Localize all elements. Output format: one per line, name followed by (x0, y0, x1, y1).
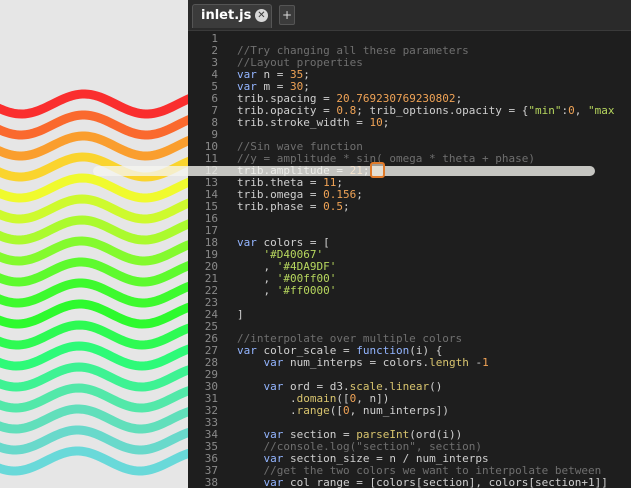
code-token: , (237, 284, 277, 297)
code-token: length (429, 356, 469, 369)
sine-wave-canvas (0, 89, 188, 476)
sine-wave-ribbon (0, 278, 188, 308)
sine-wave-ribbon (0, 299, 188, 329)
sine-wave-ribbon (0, 320, 188, 350)
code-token: trib.phase = (237, 200, 324, 213)
close-icon[interactable]: ✕ (255, 9, 268, 22)
code-token: range (296, 404, 330, 417)
code-area[interactable]: 1 2//Try changing all these parameters 3//… (188, 33, 631, 488)
code-token: col_range = [colors[section], colors[sec… (283, 476, 608, 488)
code-token: ; (342, 200, 350, 213)
code-token: 0 (568, 104, 575, 117)
sine-wave-ribbon (0, 362, 188, 392)
sine-wave-ribbon (0, 89, 188, 119)
sine-wave-ribbon (0, 173, 188, 203)
code-token: num_interps = colors. (283, 356, 430, 369)
code-text: , '#ff0000' (237, 285, 336, 297)
tab-bar: inlet.js ✕ + (188, 0, 631, 31)
line-number: 38 (204, 476, 218, 488)
code-token: - (468, 356, 483, 369)
visualization-panel (0, 0, 188, 488)
code-token: 0.5 (323, 200, 343, 213)
sine-wave-ribbon (0, 194, 188, 224)
code-token: var (263, 356, 284, 369)
sine-wave-ribbon (0, 110, 188, 140)
amplitude-slider[interactable] (93, 166, 595, 176)
code-token: , (574, 104, 589, 117)
code-token: var (263, 476, 284, 488)
code-token: 1 (482, 356, 489, 369)
sine-wave-ribbon (0, 215, 188, 245)
code-token: ] (237, 308, 244, 321)
sine-wave-ribbon (0, 425, 188, 455)
sine-wave-ribbon (0, 341, 188, 371)
amplitude-slider-handle[interactable] (370, 162, 385, 178)
sine-wave-ribbon (0, 131, 188, 161)
code-token: 10 (369, 116, 383, 129)
code-token: ; (356, 188, 363, 201)
code-token: trib.stroke_width = (237, 116, 370, 129)
code-token: () (429, 380, 443, 393)
code-token: "max (588, 104, 615, 117)
code-editor[interactable]: inlet.js ✕ + 1 2//Try changing all these … (188, 0, 631, 488)
code-token: linear (389, 380, 430, 393)
sine-wave-ribbon (0, 404, 188, 434)
sine-wave-ribbon (0, 383, 188, 413)
code-token: ; (382, 116, 390, 129)
code-token: . (237, 404, 297, 417)
code-token: "min" (528, 104, 562, 117)
code-text: trib.stroke_width = 10; (237, 117, 389, 129)
tab-inlet-js[interactable]: inlet.js ✕ (192, 4, 272, 28)
tab-label: inlet.js (201, 8, 252, 23)
sine-wave-ribbon (0, 257, 188, 287)
code-text: .range([0, num_interps]) (237, 405, 449, 417)
add-tab-button[interactable]: + (279, 5, 295, 25)
code-token: ([ (329, 404, 343, 417)
code-text: var col_range = [colors[section], colors… (237, 477, 608, 488)
code-token: '#ff0000' (276, 284, 337, 297)
code-text: var num_interps = colors.length -1 (237, 357, 489, 369)
code-token: 0 (342, 404, 350, 417)
code-text: ] (237, 309, 244, 321)
sine-wave-ribbon (0, 236, 188, 266)
code-text: trib.phase = 0.5; (237, 201, 350, 213)
code-token: , num_interps]) (349, 404, 449, 417)
sine-wave-ribbon (0, 446, 188, 476)
